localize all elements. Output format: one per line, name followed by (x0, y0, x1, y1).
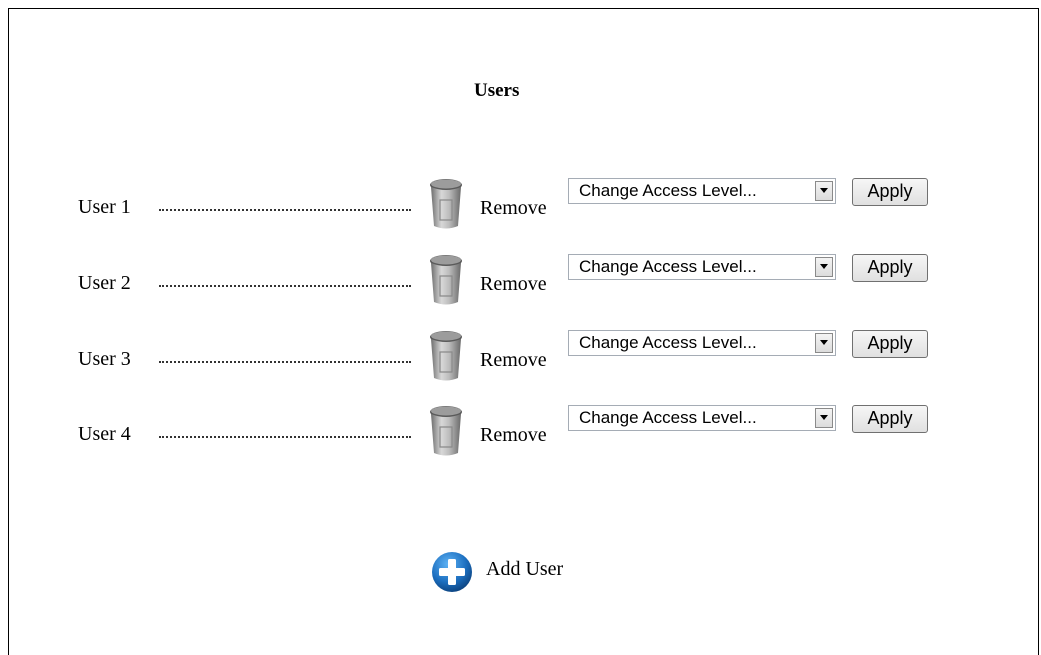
apply-button[interactable]: Apply (852, 405, 928, 433)
user-row: User 4 Remove Change Access Level... App… (0, 403, 1041, 463)
plus-circle-icon[interactable] (430, 550, 474, 594)
user-name: User 4 (78, 423, 131, 445)
add-user-label: Add User (486, 558, 564, 580)
dotted-leader (159, 361, 411, 363)
access-level-select-value: Change Access Level... (579, 181, 757, 200)
remove-link[interactable]: Remove (480, 197, 547, 220)
user-row: User 2 Remove Change Access Level... App… (0, 252, 1041, 312)
access-level-select[interactable]: Change Access Level... (568, 405, 836, 431)
apply-button[interactable]: Apply (852, 178, 928, 206)
trash-can-icon[interactable] (428, 176, 464, 230)
chevron-down-icon[interactable] (815, 408, 833, 428)
access-level-select[interactable]: Change Access Level... (568, 254, 836, 280)
user-name: User 3 (78, 348, 131, 370)
chevron-down-icon[interactable] (815, 333, 833, 353)
remove-link[interactable]: Remove (480, 424, 547, 447)
remove-link[interactable]: Remove (480, 349, 547, 372)
remove-link[interactable]: Remove (480, 273, 547, 296)
user-name: User 2 (78, 272, 131, 294)
dotted-leader (159, 436, 411, 438)
chevron-down-icon[interactable] (815, 257, 833, 277)
access-level-select[interactable]: Change Access Level... (568, 330, 836, 356)
access-level-select-value: Change Access Level... (579, 333, 757, 352)
access-level-select-value: Change Access Level... (579, 408, 757, 427)
dotted-leader (159, 285, 411, 287)
user-row: User 1 Remove Change Access Level... App… (0, 176, 1041, 236)
trash-can-icon[interactable] (428, 252, 464, 306)
apply-button[interactable]: Apply (852, 254, 928, 282)
chevron-down-icon[interactable] (815, 181, 833, 201)
trash-can-icon[interactable] (428, 328, 464, 382)
apply-button[interactable]: Apply (852, 330, 928, 358)
access-level-select-value: Change Access Level... (579, 257, 757, 276)
user-row: User 3 Remove Change Access Level... App… (0, 328, 1041, 388)
user-name: User 1 (78, 196, 131, 218)
access-level-select[interactable]: Change Access Level... (568, 178, 836, 204)
page-title: Users (474, 80, 520, 101)
dotted-leader (159, 209, 411, 211)
trash-can-icon[interactable] (428, 403, 464, 457)
